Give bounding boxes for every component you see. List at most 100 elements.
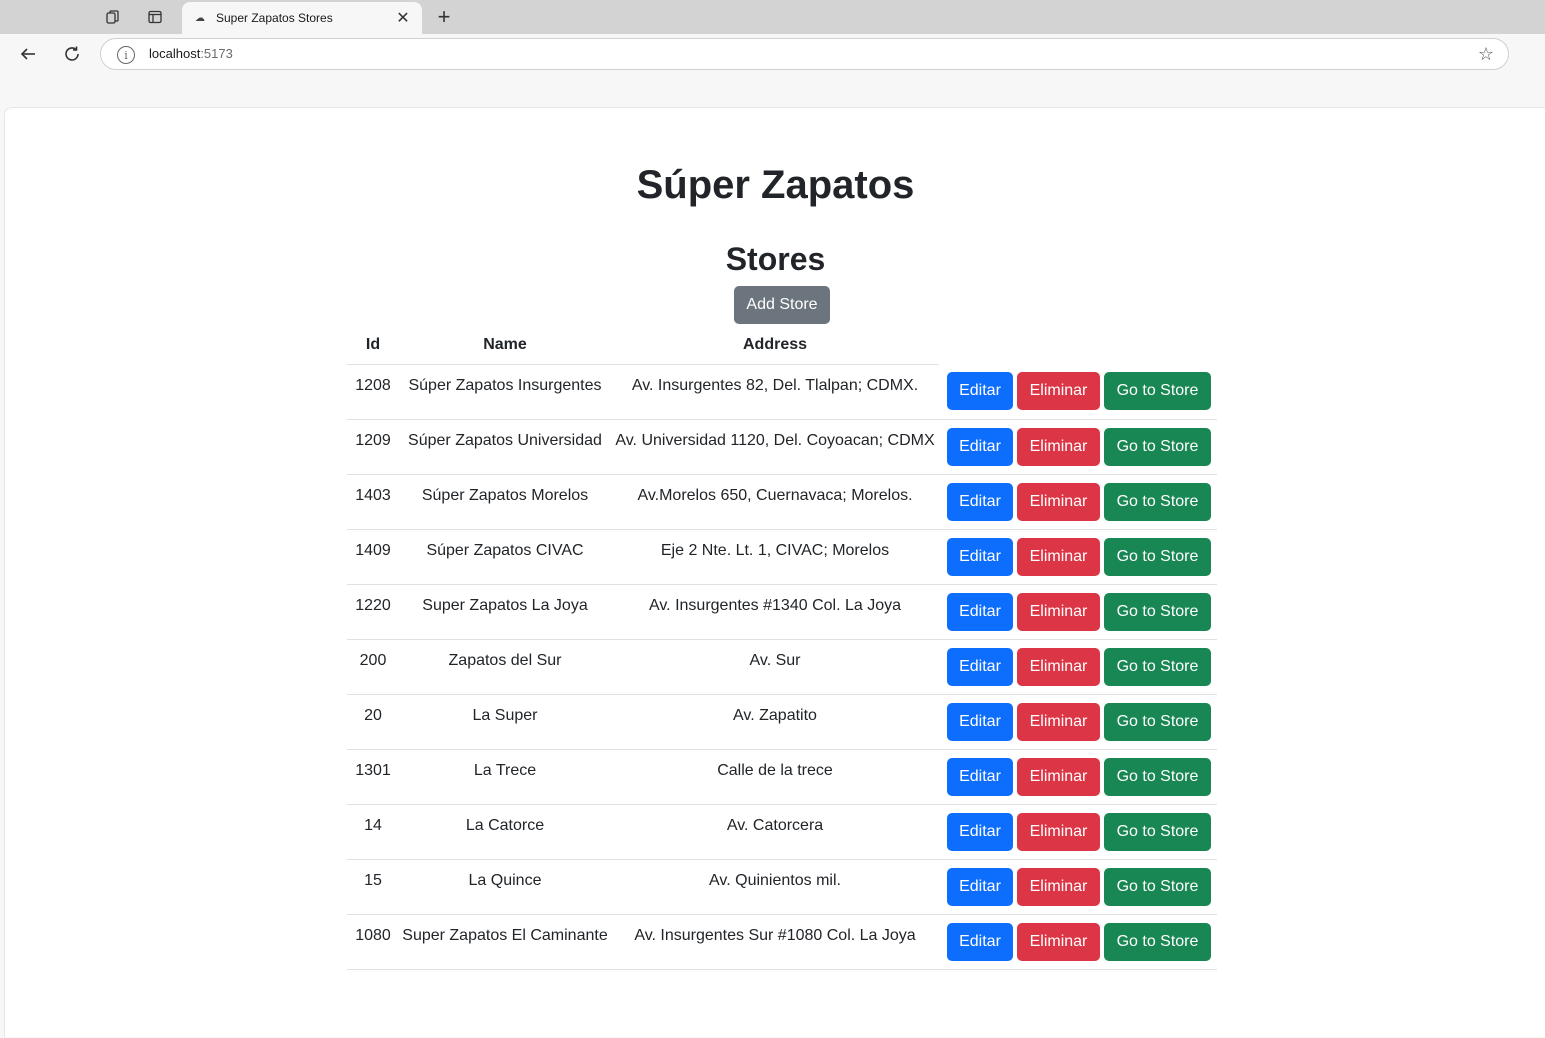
cell-id: 1409 xyxy=(347,529,399,585)
cell-name: Súper Zapatos CIVAC xyxy=(399,529,611,585)
table-row: 20 La Super Av. Zapatito Editar Eliminar Go t… xyxy=(347,694,1217,750)
cell-address: Calle de la trece xyxy=(611,749,939,805)
go-to-store-button[interactable]: Go to Store xyxy=(1104,647,1211,686)
table-row: 1301 La Trece Calle de la trece Editar Elimi… xyxy=(347,749,1217,805)
edit-button[interactable]: Editar xyxy=(947,702,1013,741)
browser-tab-bar: ☁ Super Zapatos Stores ✕ + xyxy=(0,0,1545,34)
table-row: 1209 Súper Zapatos Universidad Av. Univers… xyxy=(347,419,1217,475)
site-info-icon[interactable]: i xyxy=(117,46,135,64)
cell-id: 14 xyxy=(347,804,399,860)
cell-id: 1208 xyxy=(347,364,399,420)
delete-button[interactable]: Eliminar xyxy=(1017,427,1100,466)
table-row: 15 La Quince Av. Quinientos mil. Editar Elim… xyxy=(347,859,1217,915)
cell-actions: Editar Eliminar Go to Store xyxy=(939,529,1217,585)
cell-actions: Editar Eliminar Go to Store xyxy=(939,859,1217,915)
cell-id: 15 xyxy=(347,859,399,915)
delete-button[interactable]: Eliminar xyxy=(1017,757,1100,796)
cell-address: Av.Morelos 650, Cuernavaca; Morelos. xyxy=(611,474,939,530)
header-id: Id xyxy=(347,326,399,365)
url-text: localhost:5173 xyxy=(149,46,233,61)
table-row: 14 La Catorce Av. Catorcera Editar Eliminar G… xyxy=(347,804,1217,860)
delete-button[interactable]: Eliminar xyxy=(1017,922,1100,961)
go-to-store-button[interactable]: Go to Store xyxy=(1104,537,1211,576)
cell-name: Súper Zapatos Insurgentes xyxy=(399,364,611,420)
cell-actions: Editar Eliminar Go to Store xyxy=(939,639,1217,695)
cell-actions: Editar Eliminar Go to Store xyxy=(939,364,1217,420)
cell-id: 1403 xyxy=(347,474,399,530)
cell-address: Av. Sur xyxy=(611,639,939,695)
collections-icon[interactable] xyxy=(102,6,124,28)
url-host: localhost xyxy=(149,46,201,61)
go-to-store-button[interactable]: Go to Store xyxy=(1104,592,1211,631)
go-to-store-button[interactable]: Go to Store xyxy=(1104,427,1211,466)
cell-actions: Editar Eliminar Go to Store xyxy=(939,419,1217,475)
delete-button[interactable]: Eliminar xyxy=(1017,537,1100,576)
cell-id: 1301 xyxy=(347,749,399,805)
delete-button[interactable]: Eliminar xyxy=(1017,482,1100,521)
table-row: 1220 Super Zapatos La Joya Av. Insurgentes… xyxy=(347,584,1217,640)
edit-button[interactable]: Editar xyxy=(947,372,1013,411)
edit-button[interactable]: Editar xyxy=(947,537,1013,576)
cell-address: Av. Universidad 1120, Del. Coyoacan; CDM… xyxy=(611,419,939,475)
tab-title: Super Zapatos Stores xyxy=(216,11,333,25)
table-row: 200 Zapatos del Sur Av. Sur Editar Eliminar G… xyxy=(347,639,1217,695)
go-to-store-button[interactable]: Go to Store xyxy=(1104,482,1211,521)
edit-button[interactable]: Editar xyxy=(947,812,1013,851)
browser-tab[interactable]: ☁ Super Zapatos Stores ✕ xyxy=(182,2,422,34)
go-to-store-button[interactable]: Go to Store xyxy=(1104,702,1211,741)
edit-button[interactable]: Editar xyxy=(947,482,1013,521)
cell-actions: Editar Eliminar Go to Store xyxy=(939,804,1217,860)
cell-id: 20 xyxy=(347,694,399,750)
header-actions xyxy=(939,326,1217,364)
cell-id: 1080 xyxy=(347,914,399,970)
delete-button[interactable]: Eliminar xyxy=(1017,867,1100,906)
table-row: 1208 Súper Zapatos Insurgentes Av. Insurge… xyxy=(347,364,1217,420)
cell-address: Av. Insurgentes #1340 Col. La Joya xyxy=(611,584,939,640)
go-to-store-button[interactable]: Go to Store xyxy=(1104,812,1211,851)
table-row: 1403 Súper Zapatos Morelos Av.Morelos 650,… xyxy=(347,474,1217,530)
browser-toolbar: i localhost:5173 ☆ xyxy=(0,34,1545,74)
delete-button[interactable]: Eliminar xyxy=(1017,372,1100,411)
delete-button[interactable]: Eliminar xyxy=(1017,592,1100,631)
cell-id: 200 xyxy=(347,639,399,695)
header-name: Name xyxy=(399,326,611,365)
new-tab-icon[interactable]: + xyxy=(432,4,456,29)
edit-button[interactable]: Editar xyxy=(947,592,1013,631)
cell-name: La Quince xyxy=(399,859,611,915)
back-arrow-icon[interactable] xyxy=(16,42,40,66)
url-port: :5173 xyxy=(200,46,233,61)
favorite-star-icon[interactable]: ☆ xyxy=(1478,44,1494,65)
close-icon[interactable]: ✕ xyxy=(394,9,412,27)
address-bar[interactable]: i localhost:5173 ☆ xyxy=(100,38,1509,70)
go-to-store-button[interactable]: Go to Store xyxy=(1104,867,1211,906)
page-content: Súper Zapatos Stores Add Store Id Name A… xyxy=(4,107,1545,1037)
go-to-store-button[interactable]: Go to Store xyxy=(1104,757,1211,796)
go-to-store-button[interactable]: Go to Store xyxy=(1104,372,1211,411)
stores-table: Id Name Address 1208 Súper Zapatos Insurg… xyxy=(347,326,1217,970)
page-title: Súper Zapatos xyxy=(636,163,915,207)
header-address: Address xyxy=(611,326,939,365)
table-row: 1409 Súper Zapatos CIVAC Eje 2 Nte. Lt. 1,… xyxy=(347,529,1217,585)
delete-button[interactable]: Eliminar xyxy=(1017,647,1100,686)
cell-name: La Catorce xyxy=(399,804,611,860)
cell-actions: Editar Eliminar Go to Store xyxy=(939,474,1217,530)
add-store-button[interactable]: Add Store xyxy=(734,286,830,324)
tab-actions-icon[interactable] xyxy=(144,6,166,28)
table-header-row: Id Name Address xyxy=(347,326,1217,365)
table-row: 1080 Super Zapatos El Caminante Av. Insurg… xyxy=(347,914,1217,970)
edit-button[interactable]: Editar xyxy=(947,867,1013,906)
cell-address: Av. Catorcera xyxy=(611,804,939,860)
edit-button[interactable]: Editar xyxy=(947,922,1013,961)
edit-button[interactable]: Editar xyxy=(947,647,1013,686)
edit-button[interactable]: Editar xyxy=(947,427,1013,466)
cell-actions: Editar Eliminar Go to Store xyxy=(939,584,1217,640)
go-to-store-button[interactable]: Go to Store xyxy=(1104,922,1211,961)
reload-icon[interactable] xyxy=(60,42,84,66)
delete-button[interactable]: Eliminar xyxy=(1017,702,1100,741)
table-body: 1208 Súper Zapatos Insurgentes Av. Insurge… xyxy=(347,364,1217,970)
delete-button[interactable]: Eliminar xyxy=(1017,812,1100,851)
cell-address: Av. Zapatito xyxy=(611,694,939,750)
edit-button[interactable]: Editar xyxy=(947,757,1013,796)
section-title: Stores xyxy=(725,241,826,277)
cell-name: La Super xyxy=(399,694,611,750)
